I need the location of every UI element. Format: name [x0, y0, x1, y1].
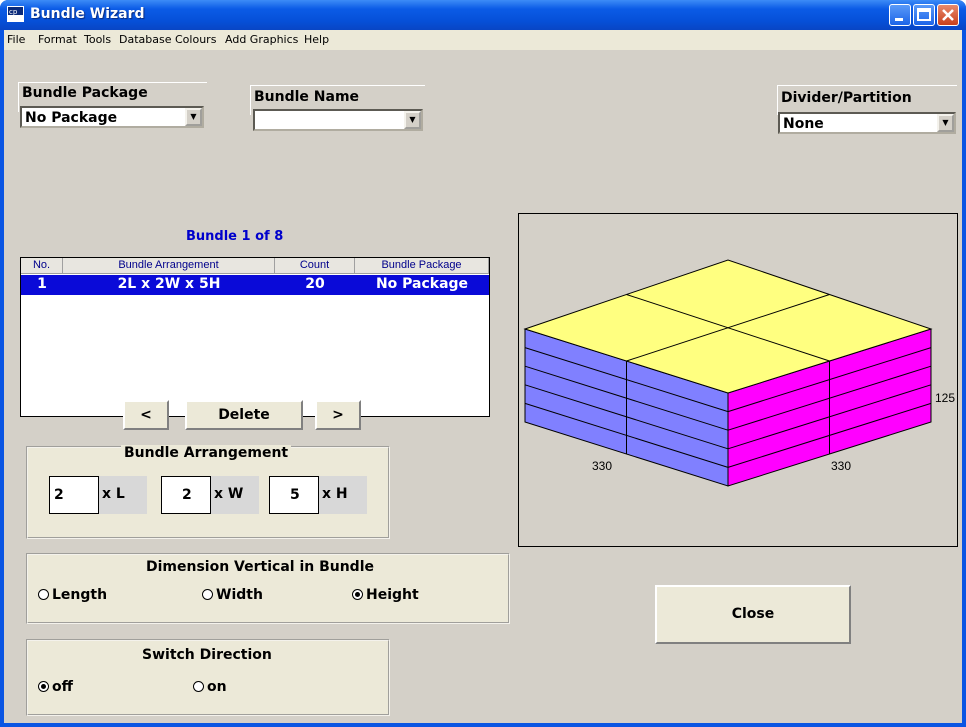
bundle-3d-view: 125 330 330	[518, 213, 958, 547]
length-label: x L	[99, 476, 147, 514]
header-arrangement[interactable]: Bundle Arrangement	[63, 258, 275, 274]
divider-label: Divider/Partition	[781, 90, 912, 106]
header-count[interactable]: Count	[275, 258, 355, 274]
radio-on[interactable]: on	[193, 679, 227, 695]
cell-count: 20	[305, 276, 325, 292]
client-area: File Format Tools Database Colours Add G…	[4, 30, 962, 723]
cell-package: No Package	[375, 276, 469, 292]
cell-no: 1	[37, 276, 47, 292]
radio-icon	[193, 681, 204, 692]
bundle-wizard-window: cp Bundle Wizard File Format Tools Datab…	[0, 0, 966, 727]
close-button[interactable]: Close	[655, 585, 851, 644]
bundle-table[interactable]: No. Bundle Arrangement Count Bundle Pack…	[20, 257, 490, 417]
dim-left-label: 330	[592, 459, 612, 473]
switch-direction-title: Switch Direction	[139, 647, 275, 663]
app-icon: cp	[7, 6, 24, 22]
switch-direction-frame: Switch Direction off on	[26, 639, 390, 716]
menu-format[interactable]: Format	[38, 33, 77, 46]
table-row[interactable]: 1 2L x 2W x 5H 20 No Package	[21, 275, 489, 295]
minimize-icon	[895, 18, 903, 21]
radio-icon	[38, 589, 49, 600]
minimize-button[interactable]	[889, 4, 911, 26]
bundle-name-label: Bundle Name	[254, 89, 360, 105]
header-no[interactable]: No.	[21, 258, 63, 274]
close-icon	[942, 9, 954, 21]
menu-colours[interactable]: Colours	[175, 33, 216, 46]
bundle-arrangement-title: Bundle Arrangement	[121, 445, 292, 461]
menu-file[interactable]: File	[7, 33, 25, 46]
menu-database[interactable]: Database	[119, 33, 172, 46]
delete-button[interactable]: Delete	[185, 400, 303, 430]
bundle-drawing: 125 330 330	[523, 259, 955, 487]
menu-add-graphics[interactable]: Add Graphics	[225, 33, 298, 46]
next-button[interactable]: >	[315, 400, 361, 430]
length-input[interactable]: 2	[49, 476, 99, 514]
maximize-icon	[917, 8, 931, 21]
chevron-down-icon[interactable]: ▼	[185, 108, 202, 126]
menu-tools[interactable]: Tools	[84, 33, 111, 46]
title-bar[interactable]: cp Bundle Wizard	[0, 0, 966, 30]
radio-selected-icon	[352, 589, 363, 600]
radio-width[interactable]: Width	[202, 587, 263, 603]
header-package[interactable]: Bundle Package	[355, 258, 489, 274]
bundle-caption: Bundle 1 of 8	[186, 229, 284, 244]
width-input[interactable]: 2	[161, 476, 211, 514]
width-label: x W	[211, 476, 259, 514]
dimension-vertical-title: Dimension Vertical in Bundle	[143, 559, 377, 575]
prev-button[interactable]: <	[123, 400, 169, 430]
radio-off[interactable]: off	[38, 679, 73, 695]
dimension-vertical-frame: Dimension Vertical in Bundle Length Widt…	[26, 553, 510, 624]
menu-help[interactable]: Help	[304, 33, 329, 46]
chevron-down-icon[interactable]: ▼	[404, 111, 421, 129]
window-title: Bundle Wizard	[30, 6, 145, 22]
bundle-arrangement-frame: Bundle Arrangement 2 x L 2 x W 5 x H	[26, 445, 390, 539]
bundle-package-label: Bundle Package	[22, 85, 148, 101]
dim-right-label: 330	[831, 459, 851, 473]
radio-icon	[202, 589, 213, 600]
dim-height-label: 125	[935, 391, 955, 405]
cell-arrangement: 2L x 2W x 5H	[117, 276, 221, 292]
divider-value: None	[783, 116, 824, 132]
chevron-down-icon[interactable]: ▼	[937, 114, 954, 132]
height-label: x H	[319, 476, 367, 514]
svg-text:cp: cp	[9, 8, 18, 16]
menu-bar: File Format Tools Database Colours Add G…	[4, 30, 962, 50]
radio-height[interactable]: Height	[352, 587, 419, 603]
radio-length[interactable]: Length	[38, 587, 107, 603]
radio-selected-icon	[38, 681, 49, 692]
bundle-package-value: No Package	[25, 110, 118, 126]
window-close-button[interactable]	[937, 4, 959, 26]
height-input[interactable]: 5	[269, 476, 319, 514]
maximize-button[interactable]	[913, 4, 935, 26]
bundle-name-select[interactable]: ▼	[253, 109, 423, 131]
bundle-package-select[interactable]: No Package ▼	[20, 106, 204, 128]
divider-select[interactable]: None ▼	[778, 112, 956, 134]
